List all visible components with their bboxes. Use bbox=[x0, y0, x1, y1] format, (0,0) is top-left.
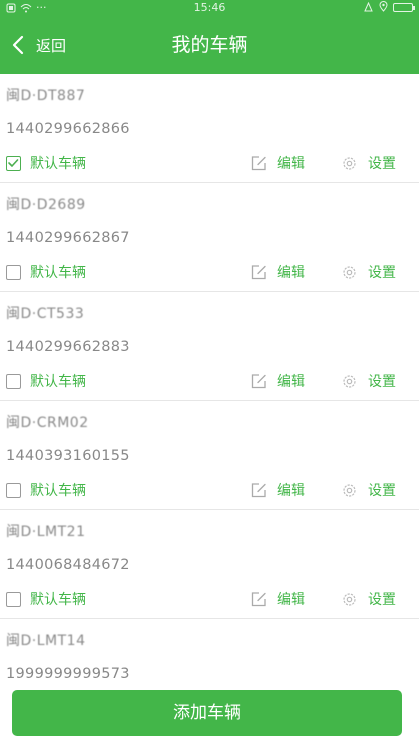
vehicle-plate: 闽D·CT533 bbox=[6, 306, 85, 322]
app-header: ··· 15:46 返回 我的车辆 bbox=[0, 0, 419, 74]
settings-button[interactable]: 设置 bbox=[341, 587, 396, 611]
vehicle-plate: 闽D·LMT14 bbox=[6, 633, 86, 649]
gear-icon bbox=[343, 265, 356, 279]
vehicle-actions: 默认车辆 编辑 设置 bbox=[0, 260, 419, 284]
gear-icon bbox=[343, 374, 356, 388]
vehicle-plate: 闽D·LMT21 bbox=[6, 524, 86, 540]
vehicle-plate: 闽D·DT887 bbox=[6, 88, 86, 104]
edit-button[interactable]: 编辑 bbox=[250, 151, 305, 175]
settings-button[interactable]: 设置 bbox=[341, 369, 396, 393]
edit-icon bbox=[251, 591, 266, 606]
vehicle-phone: 1440299662866 bbox=[6, 121, 130, 137]
default-checkbox[interactable] bbox=[6, 482, 21, 498]
edit-button[interactable]: 编辑 bbox=[250, 478, 305, 502]
edit-icon bbox=[251, 373, 266, 388]
vehicle-phone: 1440068484672 bbox=[6, 557, 130, 573]
edit-label: 编辑 bbox=[277, 592, 305, 608]
vehicle-card: 闽D·D2689 1440299662867 默认车辆 编辑 设置 bbox=[0, 183, 419, 292]
edit-icon bbox=[251, 155, 266, 170]
battery-icon bbox=[393, 3, 415, 12]
vehicle-card: 闽D·DT887 1440299662866 默认车辆 编辑 设置 bbox=[0, 74, 419, 183]
settings-label: 设置 bbox=[368, 592, 396, 608]
vehicle-actions: 默认车辆 编辑 设置 bbox=[0, 587, 419, 611]
settings-button[interactable]: 设置 bbox=[341, 260, 396, 284]
default-checkbox[interactable] bbox=[6, 155, 21, 171]
vehicle-list: 闽D·DT887 1440299662866 默认车辆 编辑 设置 闽D·D26… bbox=[0, 74, 419, 728]
page-title: 我的车辆 bbox=[171, 34, 248, 56]
vehicle-actions: 默认车辆 编辑 设置 bbox=[0, 151, 419, 175]
settings-label: 设置 bbox=[368, 374, 396, 390]
vehicle-card: 闽D·CRM02 1440393160155 默认车辆 编辑 设置 bbox=[0, 401, 419, 510]
vehicle-card: 闽D·LMT21 1440068484672 默认车辆 编辑 设置 bbox=[0, 510, 419, 619]
edit-icon bbox=[251, 264, 266, 279]
default-vehicle-toggle[interactable]: 默认车辆 bbox=[6, 260, 86, 284]
default-label: 默认车辆 bbox=[30, 156, 86, 172]
settings-label: 设置 bbox=[368, 265, 396, 281]
default-vehicle-toggle[interactable]: 默认车辆 bbox=[6, 587, 86, 611]
vehicle-actions: 默认车辆 编辑 设置 bbox=[0, 478, 419, 502]
vehicle-plate: 闽D·CRM02 bbox=[6, 415, 89, 431]
default-checkbox[interactable] bbox=[6, 373, 21, 389]
edit-label: 编辑 bbox=[277, 156, 305, 172]
vehicle-phone: 1440299662867 bbox=[6, 230, 130, 246]
vehicle-phone: 1440393160155 bbox=[6, 448, 130, 464]
footer-bar: 添加车辆 bbox=[0, 680, 419, 746]
default-label: 默认车辆 bbox=[30, 374, 86, 390]
add-vehicle-button[interactable]: 添加车辆 bbox=[12, 690, 402, 736]
status-bar: ··· 15:46 bbox=[0, 0, 419, 18]
edit-label: 编辑 bbox=[277, 374, 305, 390]
settings-label: 设置 bbox=[368, 483, 396, 499]
vehicle-phone: 1440299662883 bbox=[6, 339, 130, 355]
default-checkbox[interactable] bbox=[6, 591, 21, 607]
settings-button[interactable]: 设置 bbox=[341, 151, 396, 175]
gear-icon bbox=[343, 483, 356, 497]
default-label: 默认车辆 bbox=[30, 265, 86, 281]
location-icon bbox=[379, 1, 388, 12]
default-label: 默认车辆 bbox=[30, 483, 86, 499]
default-checkbox[interactable] bbox=[6, 264, 21, 280]
vehicle-actions: 默认车辆 编辑 设置 bbox=[0, 369, 419, 393]
settings-label: 设置 bbox=[368, 156, 396, 172]
check-icon bbox=[8, 158, 19, 167]
edit-label: 编辑 bbox=[277, 265, 305, 281]
edit-button[interactable]: 编辑 bbox=[250, 587, 305, 611]
gear-icon bbox=[343, 592, 356, 606]
edit-button[interactable]: 编辑 bbox=[250, 260, 305, 284]
edit-label: 编辑 bbox=[277, 483, 305, 499]
gear-icon bbox=[343, 156, 356, 170]
default-vehicle-toggle[interactable]: 默认车辆 bbox=[6, 478, 86, 502]
status-time: 15:46 bbox=[193, 1, 226, 14]
alarm-icon bbox=[364, 1, 373, 11]
edit-icon bbox=[251, 482, 266, 497]
vehicle-plate: 闽D·D2689 bbox=[6, 197, 86, 213]
default-vehicle-toggle[interactable]: 默认车辆 bbox=[6, 151, 86, 175]
edit-button[interactable]: 编辑 bbox=[250, 369, 305, 393]
default-label: 默认车辆 bbox=[30, 592, 86, 608]
default-vehicle-toggle[interactable]: 默认车辆 bbox=[6, 369, 86, 393]
settings-button[interactable]: 设置 bbox=[341, 478, 396, 502]
vehicle-card: 闽D·CT533 1440299662883 默认车辆 编辑 设置 bbox=[0, 292, 419, 401]
